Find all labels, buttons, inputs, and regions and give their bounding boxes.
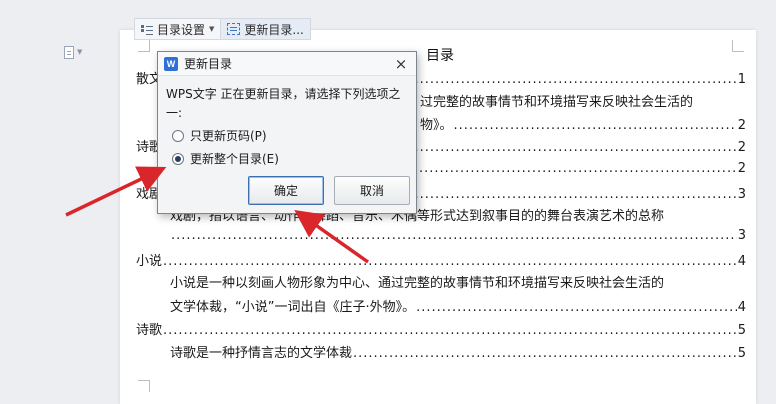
arrow-to-entire-toc-option bbox=[65, 166, 167, 217]
annotation-arrows bbox=[65, 166, 370, 264]
arrow-to-ok-button bbox=[294, 209, 370, 264]
